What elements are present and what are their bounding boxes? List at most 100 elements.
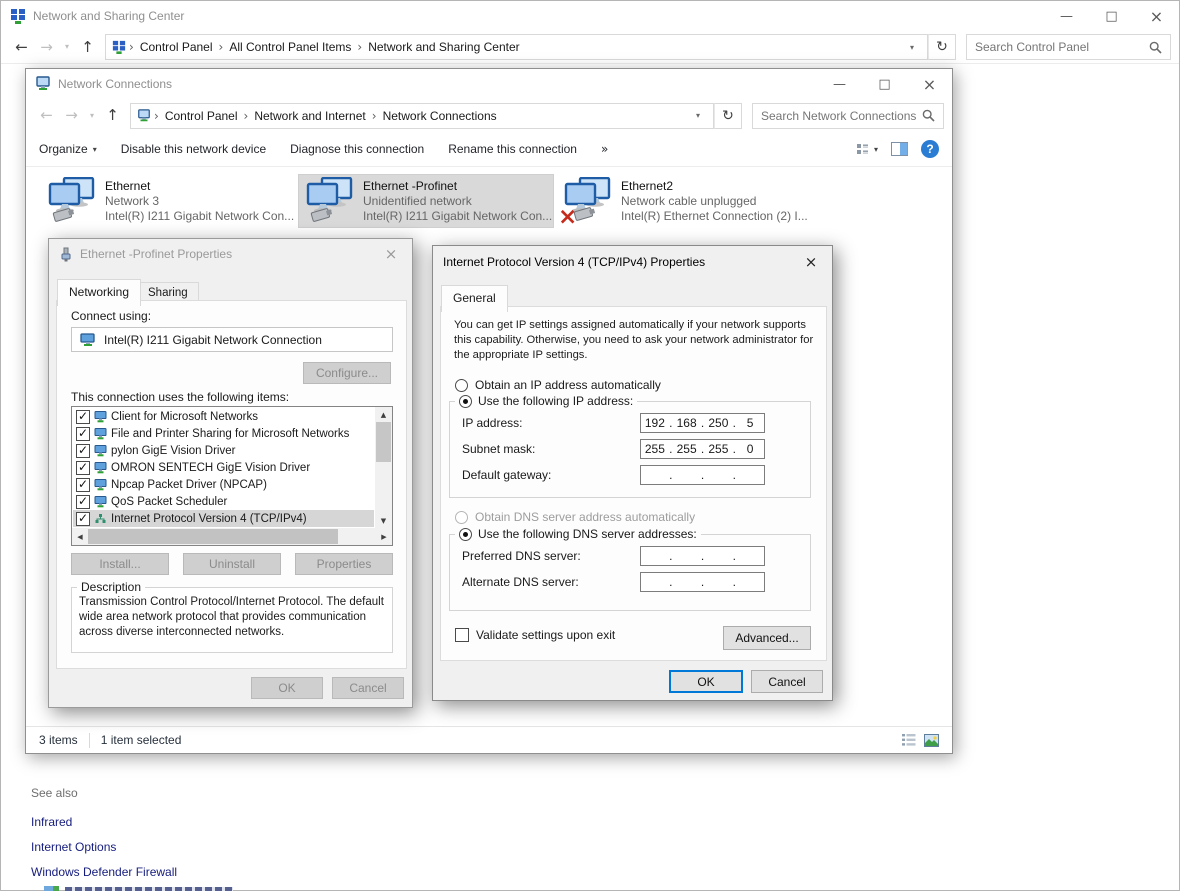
alternate-dns-field[interactable]: ... [640,572,765,592]
item-checkbox[interactable] [76,427,90,441]
details-view-icon[interactable] [902,734,916,746]
tab-general[interactable]: General [441,285,508,312]
list-item[interactable]: QoS Packet Scheduler [73,493,374,510]
minimize-icon[interactable]: — [817,69,862,99]
ip-address-field[interactable]: 192.168.250.5 [640,413,765,433]
toolbar-overflow-icon[interactable]: » [601,142,608,156]
breadcrumb-item[interactable]: All Control Panel Items [226,40,354,54]
item-checkbox[interactable] [76,478,90,492]
refresh-icon[interactable]: ↻ [714,103,742,129]
validate-settings-checkbox[interactable]: Validate settings upon exit [455,628,615,642]
advanced-button[interactable]: Advanced... [723,626,811,650]
close-icon[interactable]: × [907,69,952,99]
horizontal-scrollbar[interactable]: ◀ ▶ [72,528,392,545]
refresh-icon[interactable]: ↻ [928,34,956,60]
item-checkbox[interactable] [76,444,90,458]
breadcrumb-item[interactable]: Network and Internet [251,109,368,123]
radio-selected-icon[interactable] [459,528,472,541]
close-icon[interactable]: × [790,246,832,278]
address-dropdown-icon[interactable]: ▾ [689,111,707,120]
organize-menu[interactable]: Organize ▾ [39,142,97,156]
connection-items-list[interactable]: Client for Microsoft Networks File and P… [71,406,393,546]
list-item[interactable]: Client for Microsoft Networks [73,408,374,425]
forward-icon[interactable]: → [34,40,59,55]
search-icon[interactable] [1149,41,1162,54]
default-gateway-field[interactable]: ... [640,465,765,485]
radio-use-dns[interactable]: Use the following DNS server addresses: [455,527,701,541]
back-icon[interactable]: ← [9,40,34,55]
connection-tile-ethernet-profinet[interactable]: Ethernet -Profinet Unidentified network … [298,174,554,228]
preview-pane-button[interactable] [891,142,908,156]
forward-icon[interactable]: → [59,108,84,123]
search-icon[interactable] [922,109,935,122]
scroll-right-icon[interactable]: ▶ [376,533,392,541]
back-icon[interactable]: ← [34,108,59,123]
connection-tile-ethernet2[interactable]: × Ethernet2 Network cable unplugged Inte… [556,174,812,228]
search-input[interactable] [761,109,922,123]
disable-device-command[interactable]: Disable this network device [121,142,266,156]
address-dropdown-icon[interactable]: ▾ [903,43,921,52]
octet[interactable]: 255 [673,442,701,456]
octet[interactable]: 192 [641,416,669,430]
octet[interactable]: 250 [705,416,733,430]
scrollbar-thumb[interactable] [88,529,338,544]
minimize-icon[interactable]: — [1044,1,1089,31]
change-view-button[interactable]: ▾ [856,143,878,156]
uninstall-button[interactable]: Uninstall [183,553,281,575]
octet[interactable]: 255 [641,442,669,456]
link-windows-defender-firewall[interactable]: Windows Defender Firewall [31,865,177,879]
list-item[interactable]: pylon GigE Vision Driver [73,442,374,459]
maximize-icon[interactable]: □ [862,69,907,99]
main-breadcrumb[interactable]: Control Panel All Control Panel Items Ne… [105,34,928,60]
scroll-left-icon[interactable]: ◀ [72,533,88,541]
item-checkbox[interactable] [76,461,90,475]
ok-button[interactable]: OK [669,670,743,693]
diagnose-connection-command[interactable]: Diagnose this connection [290,142,424,156]
scroll-down-icon[interactable]: ▼ [375,513,392,528]
radio-obtain-dns[interactable]: Obtain DNS server address automatically [455,510,695,524]
configure-button[interactable]: Configure... [303,362,391,384]
breadcrumb-item[interactable]: Control Panel [137,40,216,54]
large-icons-view-icon[interactable] [924,734,939,747]
list-item-selected[interactable]: Internet Protocol Version 4 (TCP/IPv4) [73,510,374,527]
rename-connection-command[interactable]: Rename this connection [448,142,577,156]
item-checkbox[interactable] [76,495,90,509]
list-item[interactable]: OMRON SENTECH GigE Vision Driver [73,459,374,476]
radio-selected-icon[interactable] [459,395,472,408]
link-internet-options[interactable]: Internet Options [31,840,177,854]
search-input[interactable] [975,40,1149,54]
list-item[interactable]: Npcap Packet Driver (NPCAP) [73,476,374,493]
up-icon[interactable]: ↑ [100,108,125,123]
tab-networking[interactable]: Networking [57,279,141,306]
properties-button[interactable]: Properties [295,553,393,575]
radio-obtain-ip[interactable]: Obtain an IP address automatically [455,378,661,392]
preferred-dns-field[interactable]: ... [640,546,765,566]
maximize-icon[interactable]: □ [1089,1,1134,31]
recent-pages-icon[interactable]: ▾ [84,112,100,120]
octet[interactable]: 0 [736,442,764,456]
list-item[interactable]: File and Printer Sharing for Microsoft N… [73,425,374,442]
link-infrared[interactable]: Infrared [31,815,177,829]
up-icon[interactable]: ↑ [75,40,100,55]
radio-unselected-icon[interactable] [455,379,468,392]
close-icon[interactable]: × [370,239,412,269]
octet[interactable]: 255 [705,442,733,456]
nc-breadcrumb[interactable]: Control Panel Network and Internet Netwo… [130,103,714,129]
cancel-button[interactable]: Cancel [332,677,404,699]
vertical-scrollbar[interactable]: ▲ ▼ [375,407,392,528]
ok-button[interactable]: OK [251,677,323,699]
checkbox-unchecked-icon[interactable] [455,628,469,642]
radio-use-ip[interactable]: Use the following IP address: [455,394,637,408]
breadcrumb-item[interactable]: Network and Sharing Center [365,40,522,54]
scrollbar-thumb[interactable] [376,422,391,462]
breadcrumb-item[interactable]: Network Connections [380,109,500,123]
cancel-button[interactable]: Cancel [751,670,823,693]
scroll-up-icon[interactable]: ▲ [375,407,392,422]
install-button[interactable]: Install... [71,553,169,575]
help-icon[interactable]: ? [921,140,939,158]
breadcrumb-item[interactable]: Control Panel [162,109,241,123]
octet[interactable]: 168 [673,416,701,430]
item-checkbox[interactable] [76,512,90,526]
connection-tile-ethernet[interactable]: Ethernet Network 3 Intel(R) I211 Gigabit… [40,174,296,228]
octet[interactable]: 5 [736,416,764,430]
